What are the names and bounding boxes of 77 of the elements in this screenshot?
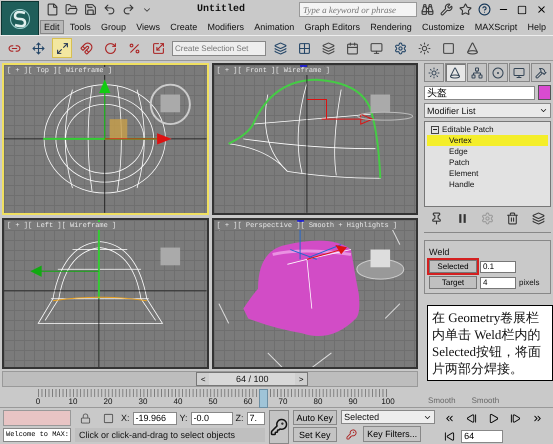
stack-item[interactable]: Element: [427, 168, 548, 179]
timeline-tick-label: 70: [278, 397, 288, 406]
motion-tab-icon: [492, 66, 504, 78]
script-listener-field[interactable]: [3, 410, 71, 426]
z-coordinate-field[interactable]: 7.: [246, 412, 265, 424]
selection-set-field[interactable]: Create Selection Set: [172, 40, 266, 56]
weld-selected-button[interactable]: Selected: [429, 260, 477, 273]
timeline-tick-label: 50: [208, 397, 218, 406]
caret-icon: [539, 106, 548, 115]
menu-item[interactable]: Group: [96, 20, 130, 34]
weld-target-button[interactable]: Target: [429, 276, 477, 289]
menu-item[interactable]: Tools: [66, 20, 95, 34]
timeline-tick-label: 80: [314, 397, 322, 406]
menu-item[interactable]: Graph Editors: [300, 20, 364, 34]
create-tab[interactable]: [424, 63, 444, 82]
hierarchy-tab[interactable]: [466, 63, 487, 82]
app-menu-button[interactable]: [1, 1, 39, 36]
timeline-tick-label: 20: [104, 397, 112, 406]
auto-key-button[interactable]: Auto Key: [292, 410, 338, 425]
set-key-button[interactable]: Set Key: [292, 427, 338, 442]
z-label: Z:: [236, 413, 244, 423]
stack-item[interactable]: Patch: [427, 157, 548, 168]
y-coordinate-field[interactable]: -0.0: [190, 412, 233, 424]
timeline-tick-label: 100: [381, 397, 395, 406]
key-filters-button[interactable]: Key Filters...: [363, 426, 422, 442]
display-tab-icon: [513, 66, 526, 78]
display-tab[interactable]: [509, 63, 530, 82]
stack-item[interactable]: Handle: [427, 179, 548, 190]
timeline-tick-label: 0: [36, 397, 40, 406]
status-prompt: Click or click-and-drag to select objects: [75, 428, 265, 442]
menu-item[interactable]: MAXScript: [470, 20, 522, 34]
modify-tab-icon: [449, 66, 462, 78]
menu-item[interactable]: Rendering: [366, 20, 416, 34]
logo-icon: [9, 8, 31, 30]
y-label: Y:: [180, 413, 188, 423]
timeline-tick-label: 10: [68, 397, 78, 406]
menu-item[interactable]: Create: [166, 20, 202, 34]
menu-item[interactable]: Animation: [250, 20, 298, 34]
timeline-tick-label: 90: [348, 397, 358, 406]
create-tab-icon: [428, 66, 440, 78]
menu-item[interactable]: Modifiers: [204, 20, 248, 34]
motion-tab[interactable]: [488, 63, 508, 82]
previous-frame-button[interactable]: <: [197, 373, 210, 386]
search-field[interactable]: Type a keyword or phrase: [299, 2, 417, 17]
stack-item[interactable]: Editable Patch: [427, 124, 548, 135]
object-color-swatch[interactable]: [538, 85, 551, 100]
timeline-tick-label: 40: [174, 397, 182, 406]
frame-counter: 64 / 100: [235, 374, 270, 384]
frame-marker[interactable]: [259, 389, 268, 408]
hierarchy-tab-icon: [470, 66, 483, 78]
key-mode-dropdown[interactable]: Selected: [341, 410, 436, 424]
instruction-callout: 在 Geometry卷展栏内单击 Weld栏内的Selected按钮，将面片两部分焊接。: [427, 305, 553, 381]
modify-tab[interactable]: [445, 63, 466, 82]
next-frame-button[interactable]: >: [295, 373, 308, 386]
current-frame-field[interactable]: 64: [461, 430, 504, 442]
stack-item[interactable]: Vertex: [427, 135, 548, 146]
stack-item[interactable]: Edge: [427, 146, 548, 157]
menu-item[interactable]: Help: [523, 20, 550, 34]
expand-toggle[interactable]: [431, 126, 439, 134]
timeline-tick-label: 60: [244, 397, 252, 406]
menu-item[interactable]: Customize: [418, 20, 469, 34]
unit-label: pixels: [519, 278, 540, 287]
x-coordinate-field[interactable]: -19.966: [132, 412, 177, 424]
x-label: X:: [121, 413, 130, 423]
utilities-tab[interactable]: [530, 63, 551, 82]
weld-threshold-field[interactable]: 0.1: [480, 260, 516, 272]
window-title: Untitled: [197, 2, 246, 16]
menu-item[interactable]: Views: [132, 20, 164, 34]
time-slider-thumb[interactable]: < 64 / 100 >: [196, 372, 308, 386]
utilities-tab-icon: [534, 66, 547, 78]
set-key-icon[interactable]: [268, 410, 289, 444]
modifier-list-dropdown[interactable]: Modifier List: [424, 103, 551, 118]
timeline-tick-label: 30: [138, 397, 148, 406]
target-pixels-field[interactable]: 4: [480, 276, 516, 288]
object-name-field[interactable]: 头盔: [424, 86, 535, 100]
weld-group-title: Weld: [429, 247, 450, 257]
menu-item[interactable]: Edit: [40, 20, 64, 34]
